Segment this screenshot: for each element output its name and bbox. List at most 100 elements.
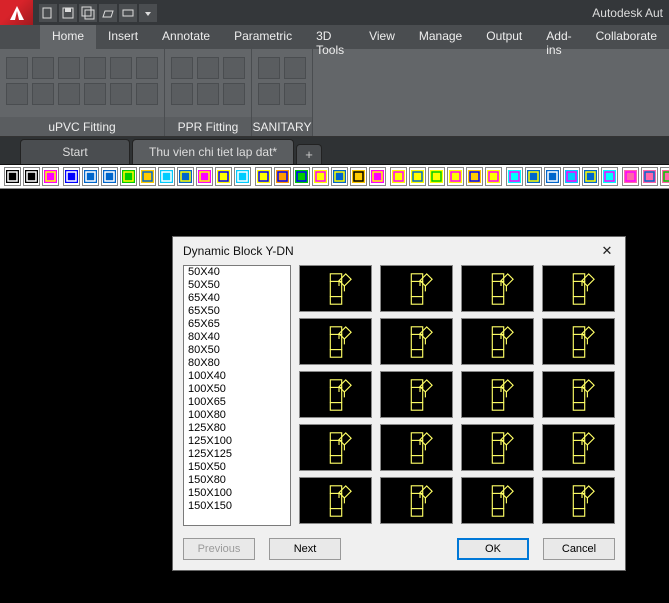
- list-item[interactable]: 80X80: [184, 357, 290, 370]
- list-item[interactable]: 80X50: [184, 344, 290, 357]
- tool-icon[interactable]: [196, 167, 213, 186]
- ribbon-tab-add-ins[interactable]: Add-ins: [534, 25, 583, 49]
- tool-icon[interactable]: [234, 167, 251, 186]
- list-item[interactable]: 100X40: [184, 370, 290, 383]
- ribbon-button[interactable]: [84, 83, 106, 105]
- tool-icon[interactable]: [120, 167, 137, 186]
- block-thumbnail[interactable]: [380, 371, 453, 418]
- tool-icon[interactable]: [274, 167, 291, 186]
- tool-icon[interactable]: [506, 167, 523, 186]
- list-item[interactable]: 125X80: [184, 422, 290, 435]
- tool-icon[interactable]: [485, 167, 502, 186]
- tool-icon[interactable]: [255, 167, 272, 186]
- qat-save-icon[interactable]: [59, 4, 77, 22]
- tool-icon[interactable]: [312, 167, 329, 186]
- block-thumbnail[interactable]: [299, 318, 372, 365]
- ribbon-button[interactable]: [32, 57, 54, 79]
- block-thumbnail[interactable]: [461, 318, 534, 365]
- ribbon-button[interactable]: [171, 57, 193, 79]
- ribbon-tab-collaborate[interactable]: Collaborate: [584, 25, 669, 49]
- ribbon-button[interactable]: [32, 83, 54, 105]
- list-item[interactable]: 125X100: [184, 435, 290, 448]
- ribbon-tab-insert[interactable]: Insert: [96, 25, 150, 49]
- qat-open-icon[interactable]: [99, 4, 117, 22]
- tool-icon[interactable]: [525, 167, 542, 186]
- tool-icon[interactable]: [331, 167, 348, 186]
- block-thumbnail[interactable]: [542, 477, 615, 524]
- ribbon-tab-home[interactable]: Home: [40, 25, 96, 49]
- block-thumbnail[interactable]: [299, 477, 372, 524]
- list-item[interactable]: 80X40: [184, 331, 290, 344]
- block-thumbnail[interactable]: [299, 371, 372, 418]
- block-thumbnail[interactable]: [461, 371, 534, 418]
- ribbon-button[interactable]: [223, 57, 245, 79]
- ribbon-tab-parametric[interactable]: Parametric: [222, 25, 304, 49]
- tool-icon[interactable]: [466, 167, 483, 186]
- list-item[interactable]: 65X40: [184, 292, 290, 305]
- tool-icon[interactable]: [641, 167, 658, 186]
- add-tab-button[interactable]: +: [296, 144, 322, 164]
- list-item[interactable]: 65X50: [184, 305, 290, 318]
- ribbon-tab-view[interactable]: View: [357, 25, 407, 49]
- ribbon-button[interactable]: [284, 83, 306, 105]
- tool-icon[interactable]: [409, 167, 426, 186]
- list-item[interactable]: 100X50: [184, 383, 290, 396]
- list-item[interactable]: 50X50: [184, 279, 290, 292]
- tool-icon[interactable]: [177, 167, 194, 186]
- tool-icon[interactable]: [601, 167, 618, 186]
- ribbon-button[interactable]: [58, 57, 80, 79]
- tool-icon[interactable]: [390, 167, 407, 186]
- qat-saveall-icon[interactable]: [79, 4, 97, 22]
- tool-icon[interactable]: [428, 167, 445, 186]
- tool-icon[interactable]: [350, 167, 367, 186]
- tool-icon[interactable]: [101, 167, 118, 186]
- tool-icon[interactable]: [582, 167, 599, 186]
- doc-tab[interactable]: Thu vien chi tiet lap dat*: [132, 139, 294, 164]
- ribbon-button[interactable]: [258, 57, 280, 79]
- list-item[interactable]: 125X125: [184, 448, 290, 461]
- tool-icon[interactable]: [544, 167, 561, 186]
- ribbon-button[interactable]: [84, 57, 106, 79]
- tool-icon[interactable]: [293, 167, 310, 186]
- block-thumbnail[interactable]: [380, 318, 453, 365]
- block-thumbnail[interactable]: [461, 265, 534, 312]
- ribbon-button[interactable]: [258, 83, 280, 105]
- tool-icon[interactable]: [563, 167, 580, 186]
- list-item[interactable]: 50X40: [184, 266, 290, 279]
- block-thumbnail[interactable]: [542, 318, 615, 365]
- tool-icon[interactable]: [622, 167, 639, 186]
- previous-button[interactable]: Previous: [183, 538, 255, 560]
- block-thumbnail[interactable]: [461, 424, 534, 471]
- qat-dropdown-icon[interactable]: [139, 4, 157, 22]
- list-item[interactable]: 150X150: [184, 500, 290, 513]
- block-thumbnail[interactable]: [380, 424, 453, 471]
- tool-icon[interactable]: [139, 167, 156, 186]
- next-button[interactable]: Next: [269, 538, 341, 560]
- tool-icon[interactable]: [4, 167, 21, 186]
- block-thumbnail[interactable]: [461, 477, 534, 524]
- ribbon-tab-annotate[interactable]: Annotate: [150, 25, 222, 49]
- tool-icon[interactable]: [158, 167, 175, 186]
- app-logo-icon[interactable]: [0, 0, 33, 25]
- tool-icon[interactable]: [63, 167, 80, 186]
- ribbon-button[interactable]: [284, 57, 306, 79]
- ribbon-button[interactable]: [6, 83, 28, 105]
- ribbon-tab-output[interactable]: Output: [474, 25, 534, 49]
- list-item[interactable]: 100X65: [184, 396, 290, 409]
- ribbon-button[interactable]: [58, 83, 80, 105]
- block-thumbnail[interactable]: [542, 265, 615, 312]
- doc-tab[interactable]: Start: [20, 139, 130, 164]
- block-thumbnail[interactable]: [299, 265, 372, 312]
- ribbon-button[interactable]: [197, 57, 219, 79]
- list-item[interactable]: 100X80: [184, 409, 290, 422]
- block-thumbnail[interactable]: [380, 477, 453, 524]
- list-item[interactable]: 65X65: [184, 318, 290, 331]
- ribbon-tab-manage[interactable]: Manage: [407, 25, 474, 49]
- ribbon-button[interactable]: [197, 83, 219, 105]
- qat-plot-icon[interactable]: [119, 4, 137, 22]
- tool-icon[interactable]: [215, 167, 232, 186]
- ribbon-button[interactable]: [6, 57, 28, 79]
- qat-new-icon[interactable]: [39, 4, 57, 22]
- cancel-button[interactable]: Cancel: [543, 538, 615, 560]
- list-item[interactable]: 150X100: [184, 487, 290, 500]
